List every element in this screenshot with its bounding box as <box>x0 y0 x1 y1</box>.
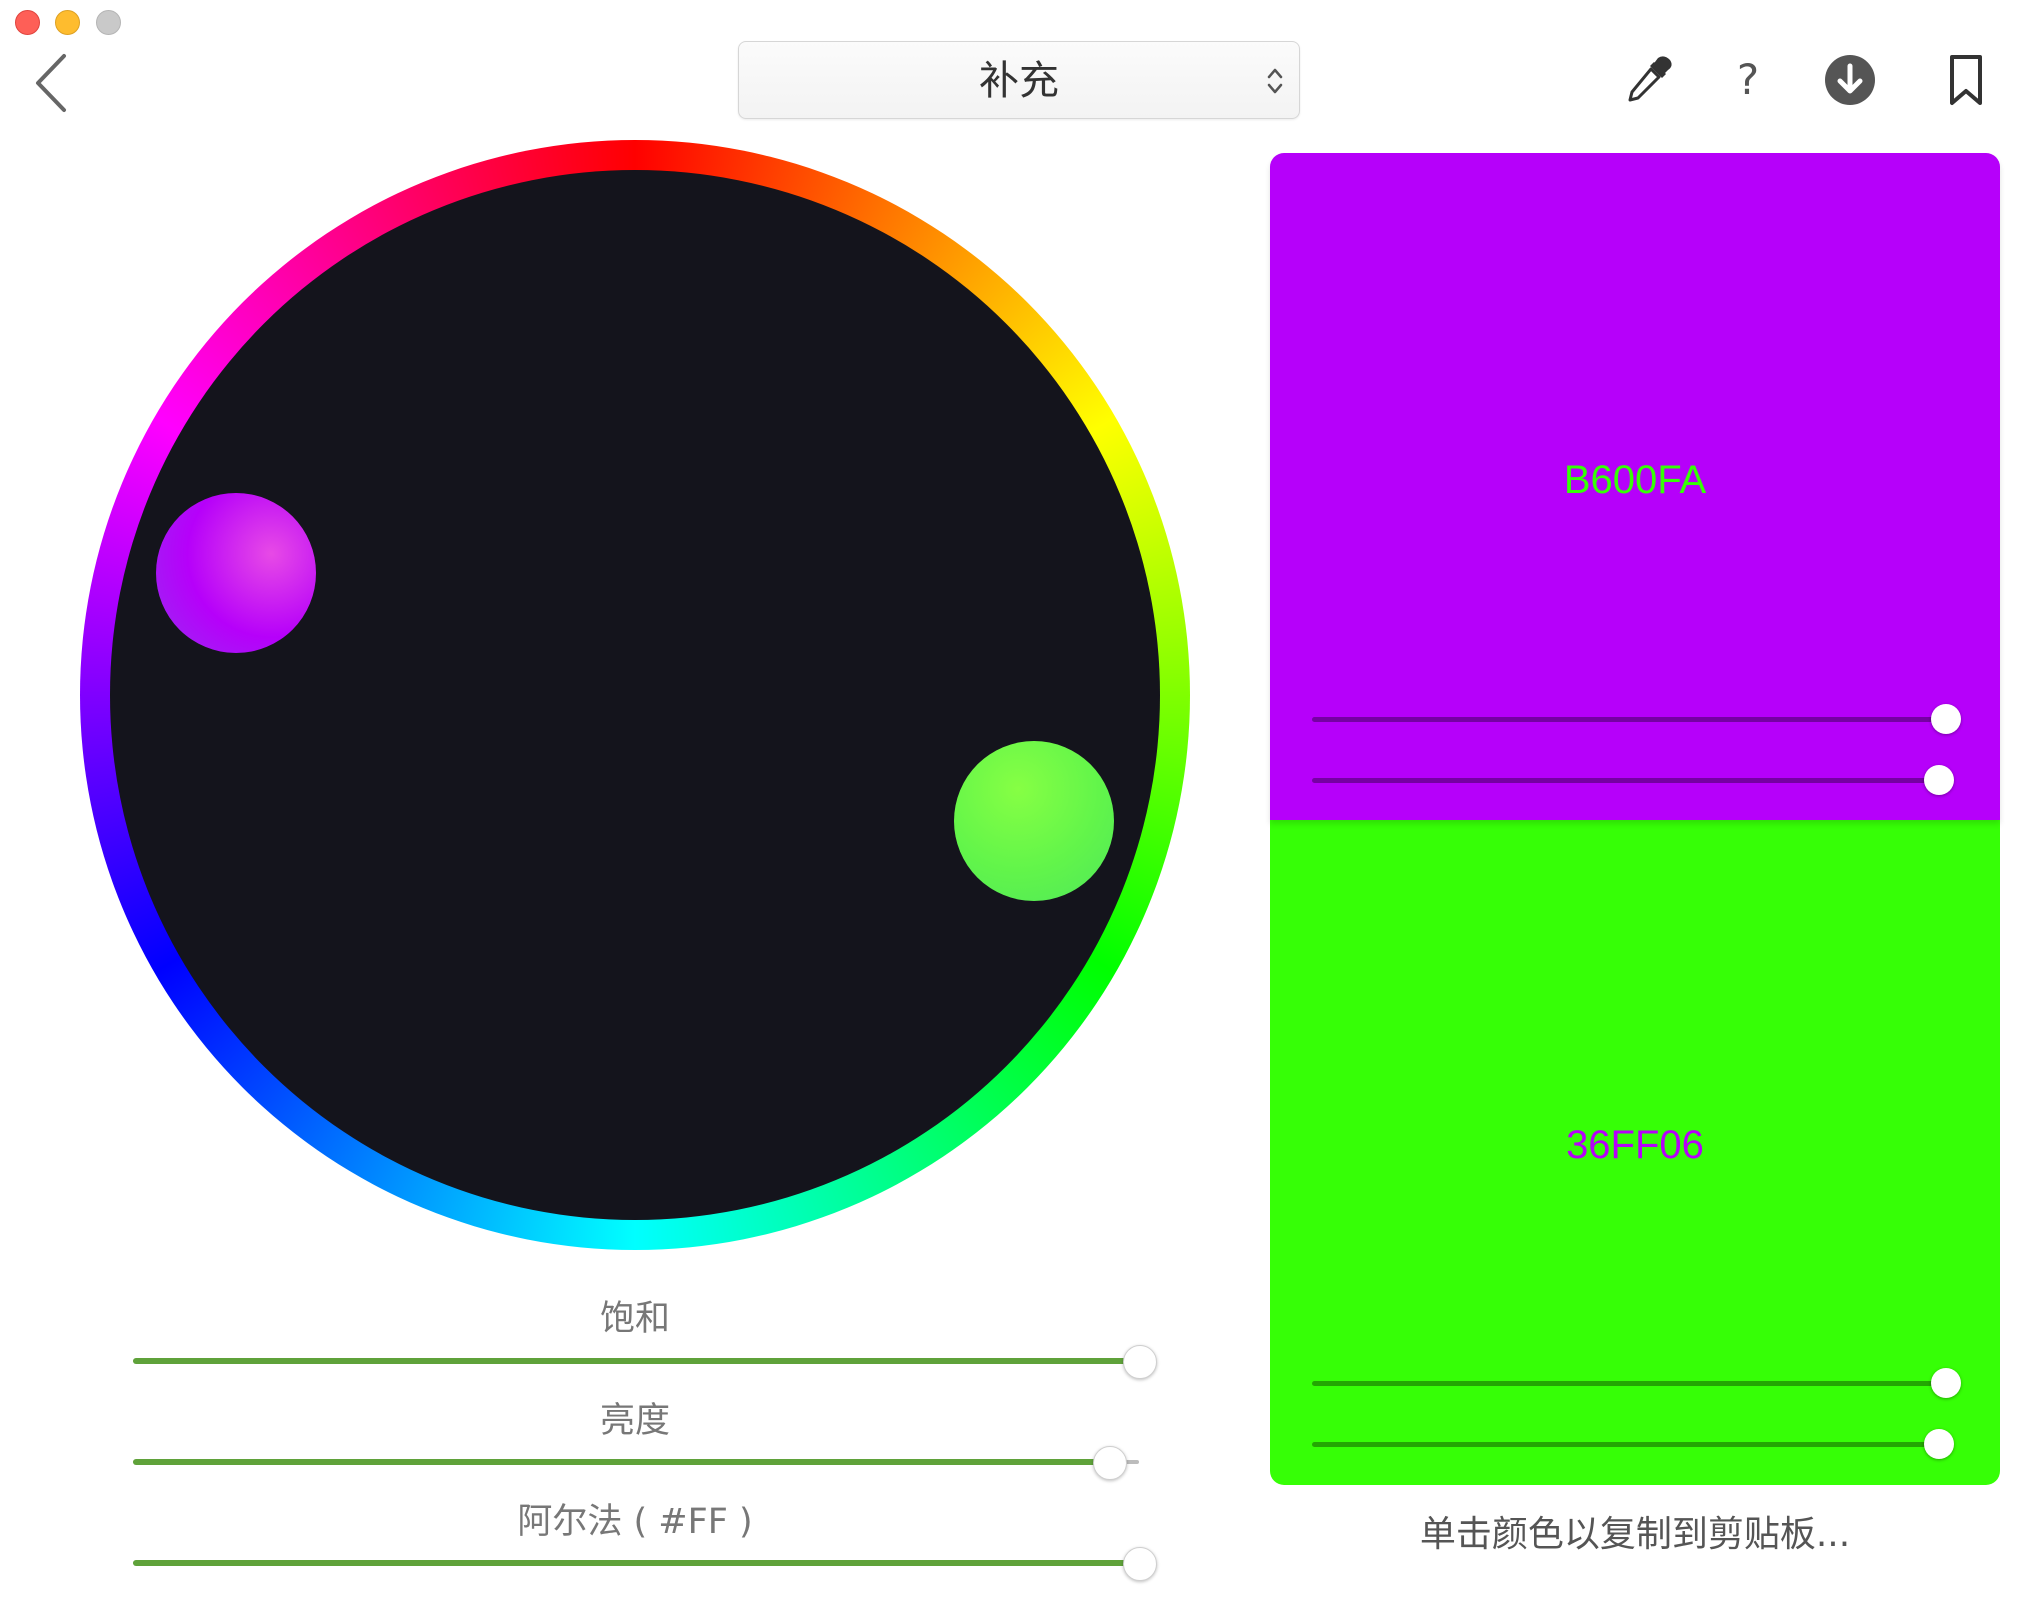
window-maximize-button[interactable] <box>96 10 121 35</box>
slider-fill <box>133 1358 1139 1364</box>
slider-knob[interactable] <box>1123 1345 1157 1379</box>
slider-track <box>1312 778 1952 783</box>
help-button[interactable]: ? <box>1720 52 1776 108</box>
back-button[interactable] <box>30 50 80 116</box>
saturation-label: 饱和 <box>599 1299 670 1339</box>
swatch-slider-upper[interactable] <box>1312 703 1961 737</box>
up-down-arrows-icon <box>1267 68 1283 94</box>
question-mark-icon: ? <box>1736 55 1760 104</box>
slider-knob[interactable] <box>1924 765 1955 795</box>
swatch-slider-upper[interactable] <box>1312 1367 1961 1401</box>
slider-track <box>1312 1381 1952 1386</box>
chevron-left-icon <box>36 54 66 112</box>
swatch-slider-lower[interactable] <box>1312 1428 1955 1462</box>
harmony-mode-select[interactable]: 补充 <box>738 41 1300 119</box>
saturation-slider[interactable] <box>133 1342 1157 1382</box>
alpha-label: 阿尔法 ( #FF ) <box>517 1502 753 1542</box>
alpha-slider[interactable] <box>133 1544 1157 1584</box>
bookmark-icon <box>1950 55 1982 105</box>
brightness-label: 亮度 <box>599 1401 670 1441</box>
eyedropper-button[interactable] <box>1620 52 1676 108</box>
color-handle-complement[interactable] <box>954 741 1114 901</box>
slider-fill <box>133 1459 1109 1465</box>
harmony-mode-value: 补充 <box>979 58 1059 104</box>
slider-knob[interactable] <box>1092 1446 1127 1480</box>
bookmark-button[interactable] <box>1938 52 1994 108</box>
swatch-complement[interactable]: 36FF06 <box>1270 818 2000 1485</box>
swatch-hex-label: 36FF06 <box>1566 1123 1704 1167</box>
slider-knob[interactable] <box>1123 1547 1157 1581</box>
download-icon <box>1825 55 1875 105</box>
eyedropper-icon <box>1628 56 1672 102</box>
swatch-primary[interactable]: B600FA <box>1270 153 2000 820</box>
swatch-hex-label: B600FA <box>1563 458 1707 502</box>
download-button[interactable] <box>1822 52 1878 108</box>
slider-knob[interactable] <box>1924 1429 1955 1459</box>
copy-hint: 单击颜色以复制到剪贴板... <box>1419 1514 1851 1555</box>
slider-knob[interactable] <box>1930 1368 1961 1398</box>
slider-track <box>1312 717 1952 722</box>
brightness-slider[interactable] <box>133 1443 1139 1483</box>
slider-knob[interactable] <box>1930 704 1961 734</box>
swatch-slider-lower[interactable] <box>1312 764 1955 798</box>
slider-track <box>1312 1442 1952 1447</box>
window-close-button[interactable] <box>15 10 40 35</box>
color-wheel-center <box>110 170 1160 1220</box>
color-handle-primary[interactable] <box>156 493 316 653</box>
slider-fill <box>133 1560 1139 1566</box>
window-minimize-button[interactable] <box>55 10 80 35</box>
